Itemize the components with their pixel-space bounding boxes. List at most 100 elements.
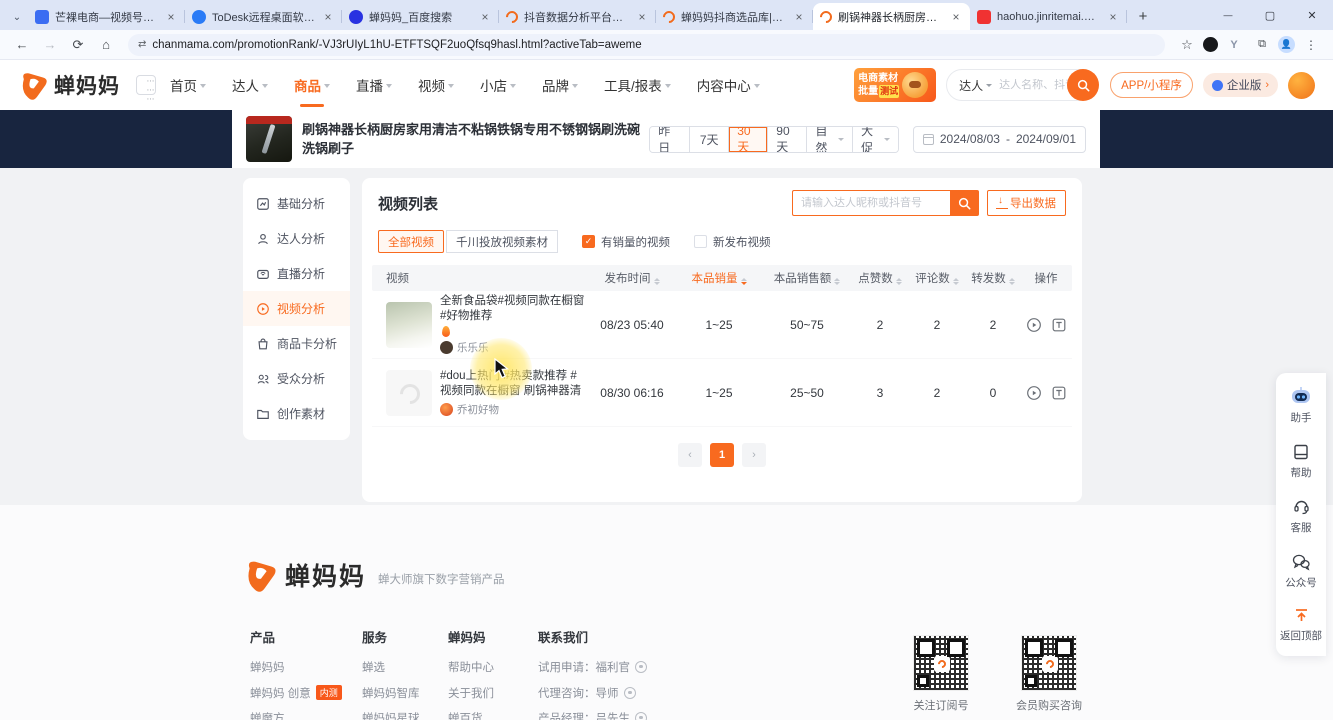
footer-link[interactable]: 蝉百货 — [448, 710, 538, 720]
tab-close-icon[interactable] — [1106, 10, 1120, 24]
chrome-menu-icon[interactable] — [1299, 33, 1323, 57]
next-page-button[interactable]: › — [742, 443, 766, 467]
wechat-contact-icon[interactable] — [635, 661, 647, 673]
help-button[interactable]: 帮助 — [1291, 443, 1312, 480]
col-publish-time[interactable]: 发布时间 — [588, 270, 676, 286]
user-avatar[interactable] — [1288, 72, 1315, 99]
adblock-extension-icon[interactable] — [1203, 37, 1218, 52]
nav-item-content-center[interactable]: 内容中心 — [697, 75, 760, 95]
search-category-dropdown[interactable]: 达人 — [959, 77, 992, 94]
tab-close-icon[interactable] — [635, 10, 649, 24]
nav-item-shop[interactable]: 小店 — [480, 75, 516, 95]
nav-item-brand[interactable]: 品牌 — [542, 75, 578, 95]
tab-search-icon[interactable] — [6, 4, 28, 30]
promo-banner[interactable]: 电商素材 批量测试 — [854, 68, 936, 102]
footer-contact[interactable]: 代理咨询：导师 — [538, 685, 718, 701]
browser-tab-2[interactable]: ToDesk远程桌面软件-免费安全 — [185, 3, 342, 30]
chrome-profile-avatar[interactable] — [1278, 36, 1295, 53]
product-thumbnail[interactable] — [246, 116, 292, 162]
footer-link[interactable]: 蝉妈妈星球 — [362, 710, 448, 720]
footer-link[interactable]: 蝉妈妈智库 — [362, 685, 448, 701]
minimize-button[interactable] — [1207, 0, 1249, 30]
video-title[interactable]: #dou上热门 #热卖款推荐 #视频同款在橱窗 刷锅神器清洁干净长柄不锈钢刷锅子… — [440, 369, 588, 399]
browser-tab-active[interactable]: 刷锅神器长柄厨房家用清洁不... — [813, 3, 970, 30]
video-thumbnail[interactable] — [386, 370, 432, 416]
filter-tab-qianchuan[interactable]: 千川投放视频素材 — [446, 230, 558, 253]
sidebar-item-live[interactable]: 直播分析 — [243, 256, 350, 291]
export-data-button[interactable]: 导出数据 — [987, 190, 1066, 216]
date-tab-natural[interactable]: 自然 — [806, 127, 852, 152]
browser-tab-3[interactable]: 蝉妈妈_百度搜索 — [342, 3, 499, 30]
wechat-contact-icon[interactable] — [635, 712, 647, 720]
nav-item-daren[interactable]: 达人 — [232, 75, 268, 95]
nav-item-tools[interactable]: 工具/报表 — [604, 75, 671, 95]
video-search-input[interactable] — [792, 190, 950, 216]
nav-item-home[interactable]: 首页 — [170, 75, 206, 95]
enterprise-badge[interactable]: 企业版 — [1203, 73, 1278, 97]
nav-item-product[interactable]: 商品 — [294, 75, 330, 95]
new-tab-button[interactable] — [1131, 4, 1155, 28]
tab-close-icon[interactable] — [792, 10, 806, 24]
video-search-button[interactable] — [950, 190, 979, 216]
prev-page-button[interactable]: ‹ — [678, 443, 702, 467]
site-settings-icon[interactable] — [138, 39, 145, 50]
back-to-top-button[interactable]: 返回顶部 — [1280, 607, 1322, 643]
filter-tab-all-videos[interactable]: 全部视频 — [378, 230, 444, 253]
video-author[interactable]: 乔初好物 — [440, 402, 588, 417]
date-tab-promo[interactable]: 大促 — [852, 127, 898, 152]
footer-link[interactable]: 蝉魔方 — [250, 710, 362, 720]
browser-tab-5[interactable]: 蝉妈妈抖商选品库|抖音短视... — [656, 3, 813, 30]
footer-link[interactable]: 蝉妈妈 创意内测 — [250, 685, 362, 701]
checkbox-new-videos[interactable]: 新发布视频 — [694, 234, 771, 250]
browser-tab-4[interactable]: 抖音数据分析平台_抖音直播... — [499, 3, 656, 30]
browser-tab-1[interactable]: 芒裸电商—视频号电商玩法全 — [28, 3, 185, 30]
tab-close-icon[interactable] — [478, 10, 492, 24]
header-search-button[interactable] — [1067, 69, 1099, 101]
wechat-contact-icon[interactable] — [624, 687, 636, 699]
nav-item-video[interactable]: 视频 — [418, 75, 454, 95]
tab-close-icon[interactable] — [321, 10, 335, 24]
sidebar-item-basic[interactable]: 基础分析 — [243, 186, 350, 221]
wechat-official-button[interactable]: 公众号 — [1285, 553, 1317, 590]
tab-close-icon[interactable] — [949, 10, 963, 24]
sidebar-item-product-card[interactable]: 商品卡分析 — [243, 326, 350, 361]
video-title[interactable]: 全新食品袋#视频同款在橱窗 #好物推荐 — [440, 294, 588, 324]
chanmama-logo[interactable]: 蝉妈妈 — [18, 70, 120, 100]
date-tab-30d[interactable]: 30天 — [728, 127, 767, 152]
sidebar-item-daren[interactable]: 达人分析 — [243, 221, 350, 256]
app-miniprogram-button[interactable]: APP/小程序 — [1110, 72, 1193, 98]
col-product-sales[interactable]: 本品销量 — [676, 270, 762, 286]
sidebar-item-creative[interactable]: 创作素材 — [243, 396, 350, 431]
address-bar[interactable]: chanmama.com/promotionRank/-VJ3rUIyL1hU-… — [128, 34, 1165, 56]
assistant-button[interactable]: 助手 — [1289, 386, 1313, 425]
forward-icon[interactable]: → — [38, 33, 62, 57]
play-video-icon[interactable] — [1026, 317, 1042, 333]
back-icon[interactable]: ← — [10, 33, 34, 57]
transcript-icon[interactable] — [1051, 385, 1067, 401]
col-likes[interactable]: 点赞数 — [852, 270, 908, 286]
checkbox-unchecked-icon[interactable] — [694, 235, 707, 248]
browser-tab-7[interactable]: haohuo.jinritemai.com/econ... — [970, 3, 1127, 30]
bookmark-icon[interactable] — [1175, 33, 1199, 57]
transcript-icon[interactable] — [1051, 317, 1067, 333]
reload-icon[interactable]: ⟳ — [66, 33, 90, 57]
extensions-icon[interactable] — [1250, 33, 1274, 57]
tab-close-icon[interactable] — [164, 10, 178, 24]
footer-contact[interactable]: 产品经理：吕先生 — [538, 710, 718, 720]
sidebar-item-audience[interactable]: 受众分析 — [243, 361, 350, 396]
checkbox-checked-icon[interactable] — [582, 235, 595, 248]
date-tab-7d[interactable]: 7天 — [689, 127, 728, 152]
footer-link[interactable]: 蝉选 — [362, 659, 448, 675]
footer-contact[interactable]: 试用申请：福利官 — [538, 659, 718, 675]
sidebar-item-video-analysis[interactable]: 视频分析 — [243, 291, 350, 326]
footer-link[interactable]: 关于我们 — [448, 685, 538, 701]
footer-link[interactable]: 帮助中心 — [448, 659, 538, 675]
extension-icon[interactable] — [1222, 33, 1246, 57]
home-icon[interactable]: ⌂ — [94, 33, 118, 57]
play-video-icon[interactable] — [1026, 385, 1042, 401]
nav-item-live[interactable]: 直播 — [356, 75, 392, 95]
date-tab-yesterday[interactable]: 昨日 — [650, 127, 689, 152]
video-author[interactable]: 乐乐乐 — [440, 340, 588, 355]
col-comments[interactable]: 评论数 — [908, 270, 966, 286]
date-range-picker[interactable]: 2024/08/03 - 2024/09/01 — [913, 126, 1086, 153]
